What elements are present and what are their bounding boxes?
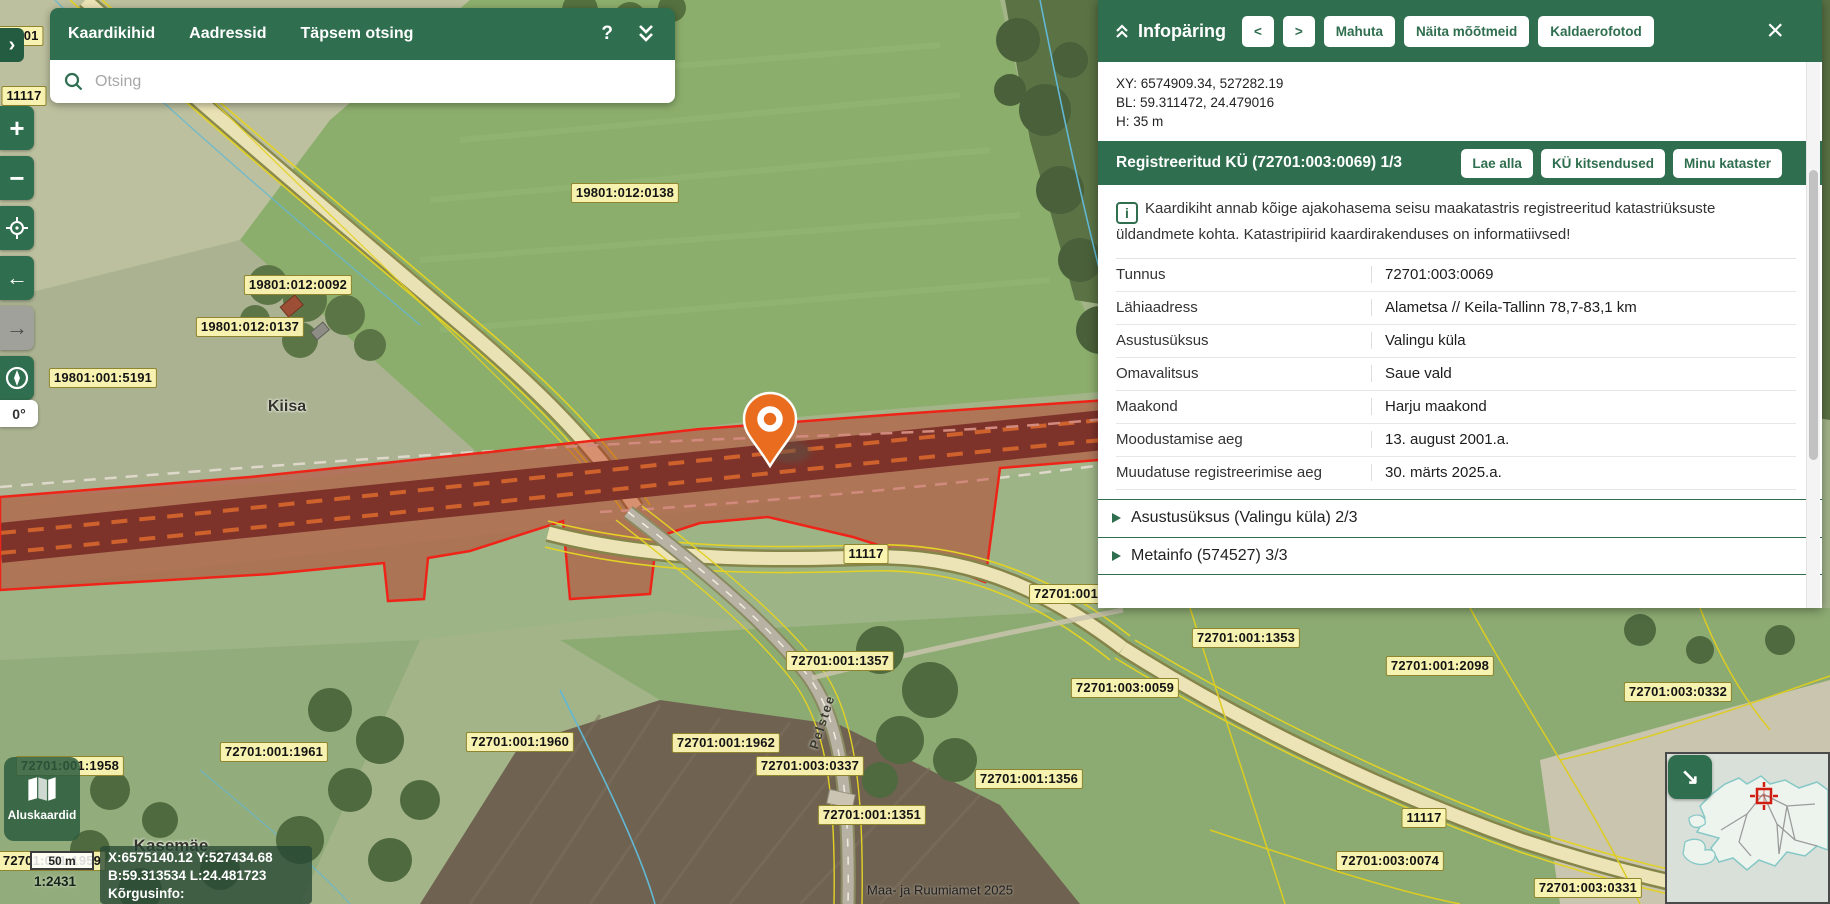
search-input[interactable] bbox=[93, 72, 661, 92]
section-action-button[interactable]: Minu kataster bbox=[1673, 149, 1782, 178]
geolocate-button[interactable] bbox=[0, 206, 34, 250]
minus-icon: − bbox=[9, 163, 24, 194]
result-accordions: Asustusüksus (Valingu küla) 2/3 Metainfo… bbox=[1098, 499, 1822, 575]
layer-info-note: iKaardikiht annab kõige ajakohasema seis… bbox=[1098, 185, 1822, 256]
arrow-left-icon: ← bbox=[6, 265, 28, 291]
result-section-bar[interactable]: Registreeritud KÜ (72701:003:0069) 1/3 L… bbox=[1098, 141, 1822, 185]
close-icon[interactable]: × bbox=[1766, 18, 1784, 44]
result-section-buttons: Lae alla KÜ kitsendused Minu kataster bbox=[1453, 149, 1782, 178]
info-panel-title: Infopäring bbox=[1138, 21, 1226, 42]
query-coordinates: XY: 6574909.34, 527282.19 BL: 59.311472,… bbox=[1098, 62, 1822, 141]
map-application: 198011111719801:012:013819801:012:009219… bbox=[0, 0, 1830, 904]
search-panel: Kaardikihid Aadressid Täpsem otsing ? bbox=[50, 8, 675, 103]
plus-icon: + bbox=[9, 113, 24, 144]
menu-item[interactable]: Täpsem otsing bbox=[301, 25, 414, 43]
double-chevron-down-icon bbox=[635, 23, 657, 45]
menu-item[interactable]: Aadressid bbox=[189, 25, 266, 43]
coord-xy: XY: 6574909.34, 527282.19 bbox=[1116, 74, 1822, 93]
scrollbar-thumb[interactable] bbox=[1809, 170, 1818, 460]
info-header-button[interactable]: Kaldaerofotod bbox=[1538, 16, 1654, 47]
table-row: Tunnus 72701:003:0069 bbox=[1116, 259, 1796, 292]
info-header-button[interactable]: > bbox=[1283, 16, 1315, 47]
arrow-down-right-icon: ↘ bbox=[1681, 764, 1699, 790]
scale-ratio: 1:2431 bbox=[34, 874, 76, 889]
panel-scrollbar[interactable] bbox=[1806, 62, 1820, 608]
attribute-label: Omavalitsus bbox=[1116, 365, 1371, 382]
map-copyright: Maa- ja Ruumiamet 2025 bbox=[867, 883, 1013, 898]
accordion-header[interactable]: Asustusüksus (Valingu küla) 2/3 bbox=[1098, 499, 1822, 537]
info-panel: Infopäring < > Mahuta Näita mõõtmeid Kaldaer… bbox=[1098, 0, 1822, 608]
coordinate-line: X:6575140.12 Y:527434.68 bbox=[108, 849, 304, 867]
compass-button[interactable] bbox=[0, 356, 34, 400]
attribute-value: 13. august 2001.a. bbox=[1371, 431, 1796, 448]
expand-triangle-icon bbox=[1112, 551, 1121, 561]
zoom-in-button[interactable]: + bbox=[0, 106, 34, 150]
panel-expander-button[interactable]: › bbox=[0, 28, 24, 62]
coord-h: H: 35 m bbox=[1116, 112, 1822, 131]
accordion-header[interactable]: Metainfo (574527) 3/3 bbox=[1098, 537, 1822, 575]
minimap-toggle-button[interactable]: ↘ bbox=[1668, 755, 1712, 799]
table-row: Muudatuse registreerimise aeg 30. märts … bbox=[1116, 457, 1796, 490]
search-icon bbox=[64, 72, 83, 91]
compass-icon bbox=[4, 365, 30, 391]
zoom-out-button[interactable]: − bbox=[0, 156, 34, 200]
help-button[interactable]: ? bbox=[601, 23, 613, 45]
table-row: Omavalitsus Saue vald bbox=[1116, 358, 1796, 391]
expand-triangle-icon bbox=[1112, 513, 1121, 523]
attribute-value: Saue vald bbox=[1371, 365, 1796, 382]
basemap-button[interactable]: Aluskaardid bbox=[4, 757, 80, 841]
info-header-button[interactable]: Näita mõõtmeid bbox=[1404, 16, 1529, 47]
attribute-value: Harju maakond bbox=[1371, 398, 1796, 415]
history-forward-button[interactable]: → bbox=[0, 306, 34, 350]
collapse-panel-button[interactable] bbox=[635, 23, 657, 45]
parcel-attribute-table: Tunnus 72701:003:0069 Lähiaadress Alamet… bbox=[1116, 258, 1796, 490]
info-panel-header: Infopäring < > Mahuta Näita mõõtmeid Kaldaer… bbox=[1098, 0, 1822, 62]
coordinate-line: B:59.313534 L:24.481723 bbox=[108, 867, 304, 885]
table-row: Asustusüksus Valingu küla bbox=[1116, 325, 1796, 358]
info-icon: i bbox=[1116, 202, 1138, 224]
scale-bar: 50 m bbox=[30, 851, 94, 870]
chevron-right-icon: › bbox=[9, 34, 16, 57]
rotation-indicator[interactable]: 0° bbox=[0, 400, 38, 427]
menu-item[interactable]: Kaardikihid bbox=[68, 25, 155, 43]
table-row: Moodustamise aeg 13. august 2001.a. bbox=[1116, 424, 1796, 457]
attribute-label: Asustusüksus bbox=[1116, 332, 1371, 349]
result-section-title: Registreeritud KÜ (72701:003:0069) 1/3 bbox=[1116, 154, 1453, 172]
attribute-value: 30. märts 2025.a. bbox=[1371, 464, 1796, 481]
geolocate-icon bbox=[6, 217, 28, 239]
attribute-value: 72701:003:0069 bbox=[1371, 266, 1796, 283]
attribute-value: Alametsa // Keila-Tallinn 78,7-83,1 km bbox=[1371, 299, 1796, 316]
section-action-button[interactable]: KÜ kitsendused bbox=[1541, 149, 1665, 178]
folded-map-icon bbox=[27, 776, 57, 802]
search-panel-header: Kaardikihid Aadressid Täpsem otsing ? bbox=[50, 8, 675, 60]
cursor-coordinates: X:6575140.12 Y:527434.68B:59.313534 L:24… bbox=[100, 846, 312, 904]
table-row: Maakond Harju maakond bbox=[1116, 391, 1796, 424]
double-chevron-up-icon[interactable] bbox=[1114, 23, 1130, 39]
search-bar bbox=[50, 60, 675, 103]
section-action-button[interactable]: Lae alla bbox=[1461, 149, 1533, 178]
info-header-button[interactable]: Mahuta bbox=[1324, 16, 1395, 47]
coord-bl: BL: 59.311472, 24.479016 bbox=[1116, 93, 1822, 112]
attribute-label: Maakond bbox=[1116, 398, 1371, 415]
attribute-value: Valingu küla bbox=[1371, 332, 1796, 349]
info-header-buttons: < > Mahuta Näita mõõtmeid Kaldaerofotod bbox=[1242, 16, 1663, 47]
info-header-button[interactable]: < bbox=[1242, 16, 1274, 47]
attribute-label: Muudatuse registreerimise aeg bbox=[1116, 464, 1371, 481]
attribute-label: Moodustamise aeg bbox=[1116, 431, 1371, 448]
arrow-right-icon: → bbox=[6, 315, 28, 341]
coordinate-line: Kõrgusinfo: bbox=[108, 885, 304, 903]
table-row: Lähiaadress Alametsa // Keila-Tallinn 78… bbox=[1116, 292, 1796, 325]
main-menu: Kaardikihid Aadressid Täpsem otsing bbox=[68, 25, 447, 43]
attribute-label: Tunnus bbox=[1116, 266, 1371, 283]
basemap-label: Aluskaardid bbox=[8, 808, 77, 822]
attribute-label: Lähiaadress bbox=[1116, 299, 1371, 316]
history-back-button[interactable]: ← bbox=[0, 256, 34, 300]
